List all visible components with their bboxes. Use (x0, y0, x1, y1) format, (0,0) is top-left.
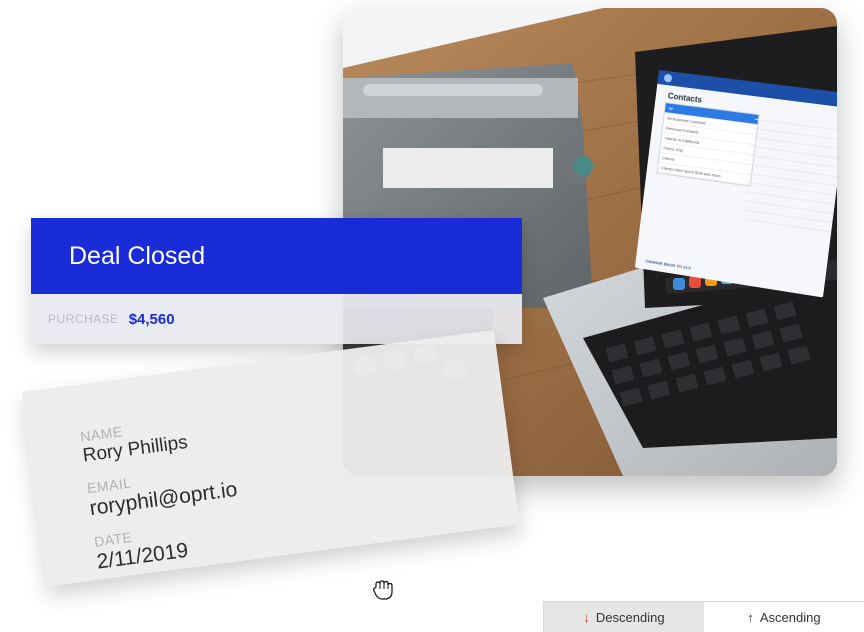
grab-hand-icon (369, 575, 397, 603)
laptop-screen: Contacts All All Business Contacts Perso… (635, 70, 837, 298)
app-logo-icon (664, 74, 673, 83)
contact-card[interactable]: NAME Rory Phillips EMAIL roryphil@oprt.i… (22, 330, 520, 586)
deal-title: Deal Closed (69, 242, 205, 271)
screen-table (742, 111, 837, 233)
purchase-value: $4,560 (129, 311, 175, 328)
arrow-up-icon: ↑ (747, 610, 754, 625)
purchase-label: PURCHASE (48, 312, 119, 326)
screen-menu: All All Business Contacts Personal Conta… (656, 102, 759, 187)
deal-header: Deal Closed (31, 218, 522, 294)
sort-toggle: ↓ Descending ↑ Ascending (543, 601, 864, 632)
sort-descending-button[interactable]: ↓ Descending (544, 602, 704, 632)
arrow-down-icon: ↓ (583, 610, 590, 625)
sort-ascending-label: Ascending (760, 610, 821, 625)
deal-card: Deal Closed PURCHASE $4,560 (31, 218, 522, 344)
sort-ascending-button[interactable]: ↑ Ascending (704, 602, 864, 632)
canvas: Contacts All All Business Contacts Perso… (0, 0, 864, 632)
screen-footer: CHANGE BACK TO v1.0 (645, 258, 691, 270)
sort-descending-label: Descending (596, 610, 665, 625)
